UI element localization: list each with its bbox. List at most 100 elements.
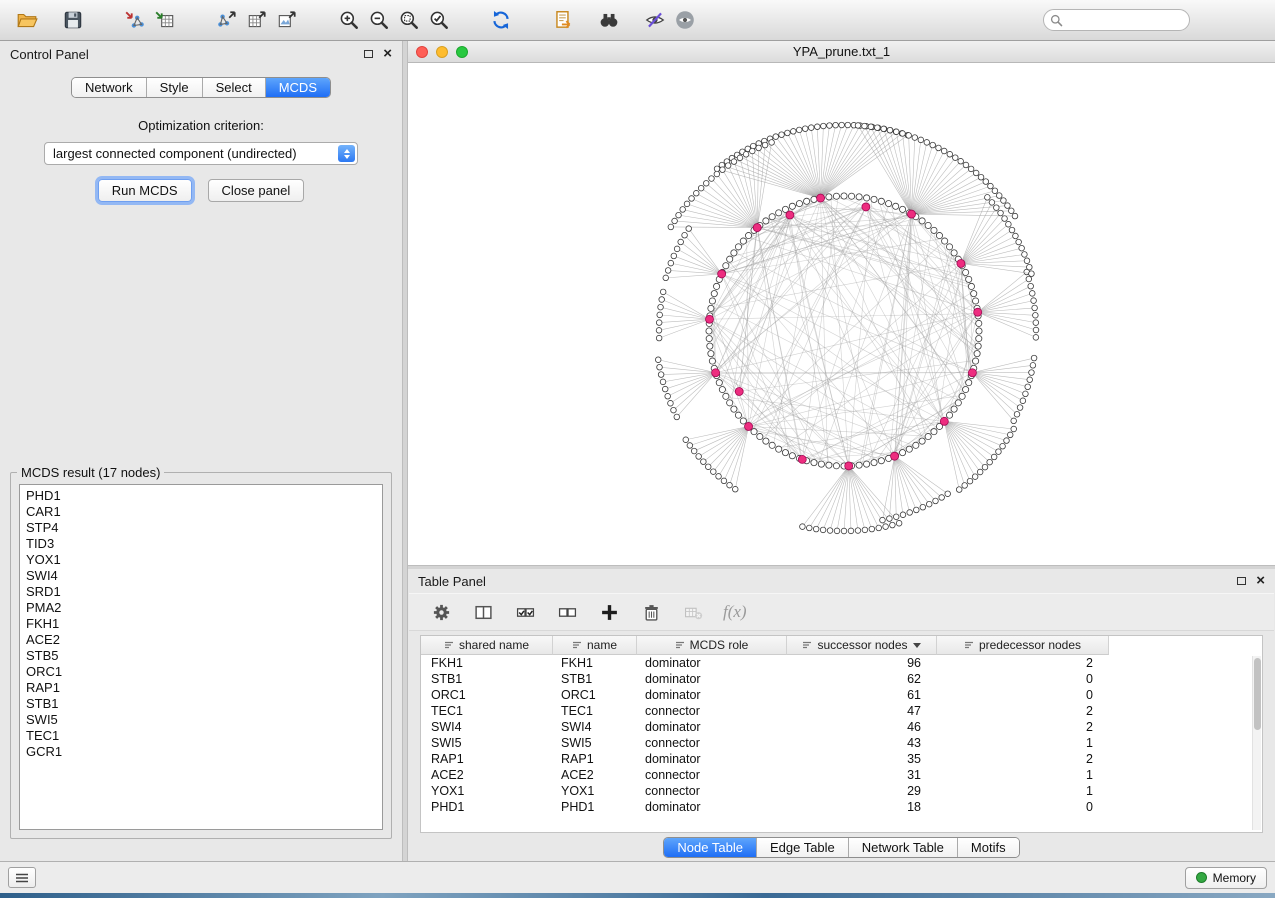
import-network-button[interactable] <box>120 5 150 35</box>
table-row[interactable]: RAP1RAP1dominator352 <box>421 751 1262 767</box>
mcds-result-item[interactable]: STB5 <box>26 648 376 664</box>
mcds-result-item[interactable]: CAR1 <box>26 504 376 520</box>
mcds-result-item[interactable]: RAP1 <box>26 680 376 696</box>
mcds-result-item[interactable]: GCR1 <box>26 744 376 760</box>
mcds-result-item[interactable]: STP4 <box>26 520 376 536</box>
control-panel: Control Panel × Network Style Select MCD… <box>0 41 402 861</box>
column-header-name[interactable]: name <box>553 636 637 655</box>
mcds-result-item[interactable]: SWI4 <box>26 568 376 584</box>
import-table-icon <box>154 9 176 31</box>
column-header-predecessor-nodes[interactable]: predecessor nodes <box>937 636 1109 655</box>
save-button[interactable] <box>58 5 88 35</box>
table-row[interactable]: SWI4SWI4dominator462 <box>421 719 1262 735</box>
tab-motifs[interactable]: Motifs <box>958 838 1019 857</box>
split-table-button[interactable] <box>471 600 495 624</box>
mcds-result-list[interactable]: PHD1CAR1STP4TID3YOX1SWI4SRD1PMA2FKH1ACE2… <box>19 484 383 830</box>
zoom-out-icon <box>368 9 390 31</box>
column-header-mcds-role[interactable]: MCDS role <box>637 636 787 655</box>
list-icon <box>15 872 29 884</box>
column-header-successor-nodes[interactable]: successor nodes <box>787 636 937 655</box>
search-input[interactable] <box>1063 13 1183 27</box>
select-all-button[interactable] <box>513 600 537 624</box>
close-panel-button[interactable]: Close panel <box>208 179 305 202</box>
column-header-shared-name[interactable]: shared name <box>421 636 553 655</box>
refresh-button[interactable] <box>486 5 516 35</box>
tab-select[interactable]: Select <box>203 78 266 97</box>
eye-circle-icon <box>674 9 696 31</box>
table-row[interactable]: YOX1YOX1connector291 <box>421 783 1262 799</box>
mcds-result-item[interactable]: SRD1 <box>26 584 376 600</box>
function-builder-button[interactable]: f(x) <box>723 602 747 622</box>
table-scrollbar[interactable] <box>1252 656 1261 830</box>
run-mcds-button[interactable]: Run MCDS <box>98 179 192 202</box>
table-cell: dominator <box>637 656 787 670</box>
table-row[interactable]: TEC1TEC1connector472 <box>421 703 1262 719</box>
export-image-button[interactable] <box>272 5 302 35</box>
sort-icon <box>964 640 974 650</box>
tab-node-table[interactable]: Node Table <box>664 838 757 857</box>
float-panel-icon[interactable] <box>364 50 373 58</box>
table-row[interactable]: FKH1FKH1dominator962 <box>421 655 1262 671</box>
memory-button[interactable]: Memory <box>1185 867 1267 889</box>
add-column-button[interactable] <box>597 600 621 624</box>
table-row[interactable]: ACE2ACE2connector311 <box>421 767 1262 783</box>
tab-network-table[interactable]: Network Table <box>849 838 958 857</box>
share-document-button[interactable] <box>548 5 578 35</box>
search-network-button[interactable] <box>594 5 624 35</box>
close-window-icon[interactable] <box>416 46 428 58</box>
close-panel-icon[interactable]: × <box>383 49 392 59</box>
network-canvas[interactable] <box>408 63 1275 565</box>
network-window-titlebar[interactable]: YPA_prune.txt_1 <box>408 41 1275 63</box>
export-network-button[interactable] <box>212 5 242 35</box>
mcds-result-item[interactable]: TID3 <box>26 536 376 552</box>
maximize-window-icon[interactable] <box>456 46 468 58</box>
minimize-window-icon[interactable] <box>436 46 448 58</box>
show-selection-button[interactable] <box>670 5 700 35</box>
mcds-result-item[interactable]: SWI5 <box>26 712 376 728</box>
criterion-dropdown[interactable]: largest connected component (undirected) <box>44 142 358 165</box>
control-panel-title: Control Panel <box>10 47 89 62</box>
zoom-fit-icon <box>398 9 420 31</box>
application-window: Control Panel × Network Style Select MCD… <box>0 0 1275 898</box>
table-cell: STB1 <box>553 672 637 686</box>
network-window-title: YPA_prune.txt_1 <box>408 44 1275 59</box>
table-row[interactable]: PHD1PHD1dominator180 <box>421 799 1262 815</box>
table-cell: FKH1 <box>553 656 637 670</box>
zoom-selected-button[interactable] <box>424 5 454 35</box>
tab-network[interactable]: Network <box>72 78 147 97</box>
export-table-button[interactable] <box>242 5 272 35</box>
import-table-button[interactable] <box>150 5 180 35</box>
tab-style[interactable]: Style <box>147 78 203 97</box>
mcds-result-item[interactable]: STB1 <box>26 696 376 712</box>
mcds-result-item[interactable]: ACE2 <box>26 632 376 648</box>
table-cell: SWI5 <box>421 736 553 750</box>
clear-cell-button[interactable] <box>681 600 705 624</box>
mcds-result-item[interactable]: PHD1 <box>26 488 376 504</box>
table-cell: ORC1 <box>553 688 637 702</box>
hide-selection-button[interactable] <box>640 5 670 35</box>
table-row[interactable]: SWI5SWI5connector431 <box>421 735 1262 751</box>
zoom-in-button[interactable] <box>334 5 364 35</box>
tab-edge-table[interactable]: Edge Table <box>757 838 849 857</box>
delete-column-button[interactable] <box>639 600 663 624</box>
deselect-all-button[interactable] <box>555 600 579 624</box>
table-row[interactable]: STB1STB1dominator620 <box>421 671 1262 687</box>
node-table: shared name name MCDS role successor nod… <box>420 635 1263 833</box>
tab-mcds[interactable]: MCDS <box>266 78 330 97</box>
open-folder-button[interactable] <box>12 5 42 35</box>
table-cell: connector <box>637 736 787 750</box>
table-row[interactable]: ORC1ORC1dominator610 <box>421 687 1262 703</box>
mcds-result-item[interactable]: ORC1 <box>26 664 376 680</box>
zoom-fit-button[interactable] <box>394 5 424 35</box>
mcds-result-item[interactable]: YOX1 <box>26 552 376 568</box>
mcds-result-item[interactable]: FKH1 <box>26 616 376 632</box>
close-table-panel-icon[interactable]: × <box>1256 576 1265 586</box>
table-settings-button[interactable] <box>429 600 453 624</box>
mcds-result-item[interactable]: PMA2 <box>26 600 376 616</box>
zoom-out-button[interactable] <box>364 5 394 35</box>
sort-icon <box>444 640 454 650</box>
scrollbar-thumb[interactable] <box>1254 658 1261 730</box>
task-history-button[interactable] <box>8 867 36 888</box>
float-table-panel-icon[interactable] <box>1237 577 1246 585</box>
mcds-result-item[interactable]: TEC1 <box>26 728 376 744</box>
